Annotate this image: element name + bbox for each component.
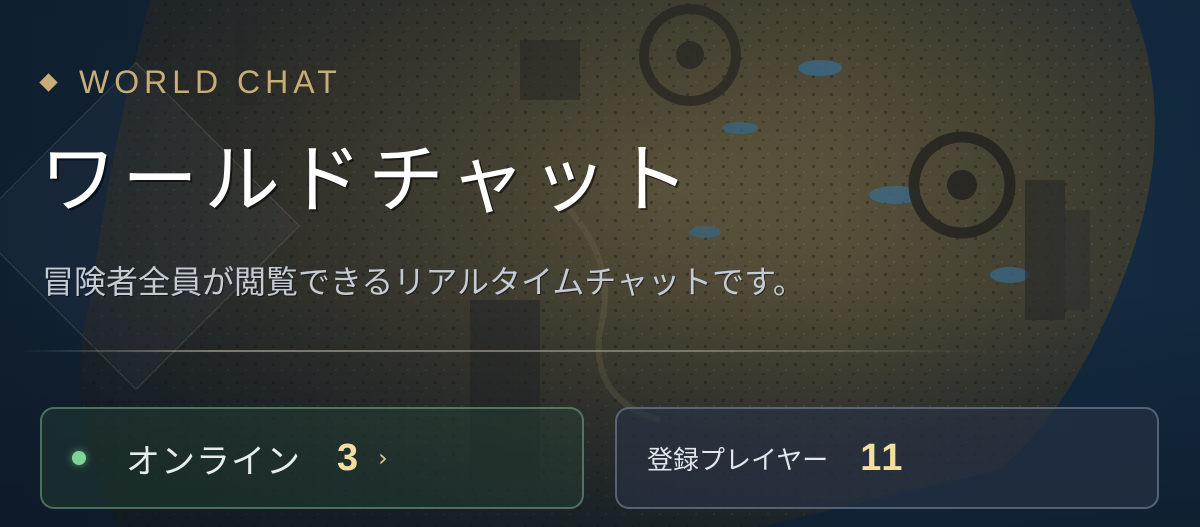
registered-players-card: 登録プレイヤー 11 [615, 407, 1159, 509]
online-count: 3 [337, 436, 359, 479]
page-subtitle: 冒険者全員が閲覧できるリアルタイムチャットです。 [42, 263, 805, 301]
section-eyebrow: WORLD CHAT [38, 62, 342, 102]
registered-players-count: 11 [860, 436, 905, 479]
world-chat-header: WORLD CHAT ワールドチャット 冒険者全員が閲覧できるリアルタイムチャッ… [0, 0, 1200, 527]
registered-players-label: 登録プレイヤー [647, 445, 829, 476]
page-title: ワールドチャット [40, 135, 696, 224]
online-label: オンライン [126, 441, 301, 482]
chevron-right-icon: › [378, 444, 388, 472]
gold-diamond-icon [39, 72, 58, 92]
header-divider [20, 350, 980, 352]
online-status-dot-icon [72, 451, 86, 465]
online-count-button[interactable]: オンライン 3 › [40, 407, 584, 509]
eyebrow-label: WORLD CHAT [79, 64, 342, 100]
